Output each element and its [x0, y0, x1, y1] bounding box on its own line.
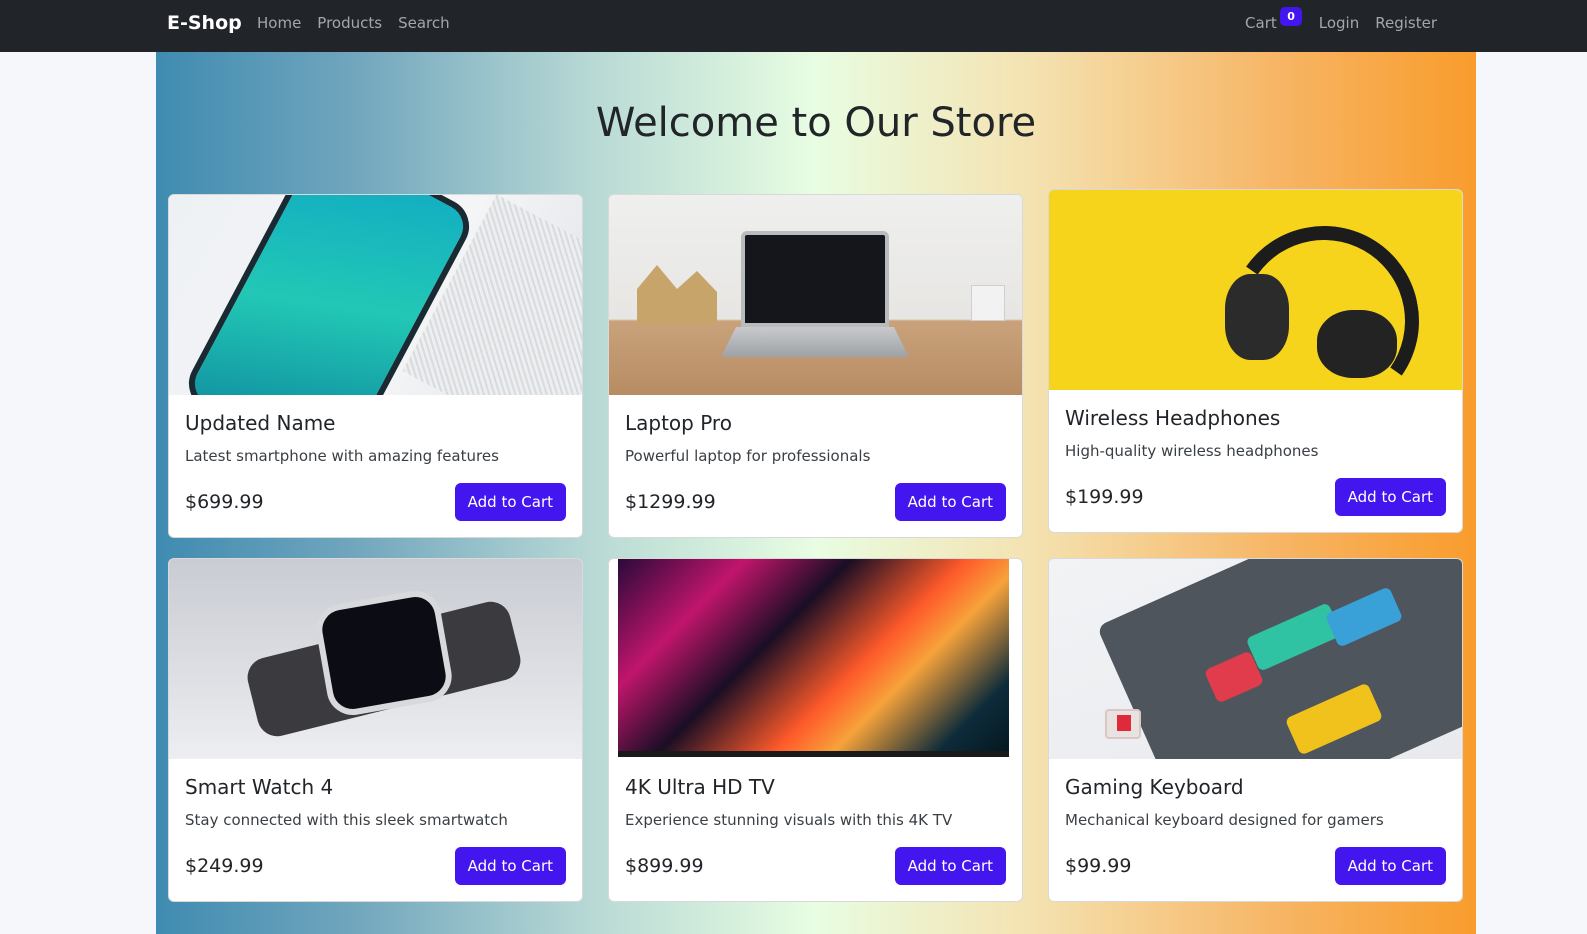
- smartphone-image: [169, 195, 582, 395]
- add-to-cart-button[interactable]: Add to Cart: [1334, 847, 1446, 885]
- nav-link-home[interactable]: Home: [257, 14, 301, 32]
- product-description: Mechanical keyboard designed for gamers: [1065, 811, 1384, 829]
- register-link[interactable]: Register: [1375, 14, 1437, 32]
- login-link[interactable]: Login: [1319, 14, 1359, 32]
- product-description: Experience stunning visuals with this 4K…: [625, 811, 953, 829]
- product-name: Wireless Headphones: [1065, 406, 1281, 430]
- nav-user-links: Cart 0 Login Register: [1245, 7, 1437, 32]
- add-to-cart-button[interactable]: Add to Cart: [894, 847, 1006, 885]
- cart-link[interactable]: Cart 0: [1245, 7, 1303, 32]
- product-name: Laptop Pro: [625, 411, 732, 435]
- product-price: $1299.99: [625, 491, 716, 513]
- page-title: Welcome to Our Store: [595, 100, 1037, 146]
- brand-logo[interactable]: E-Shop: [167, 12, 242, 34]
- cart-count-badge: 0: [1280, 7, 1303, 26]
- product-description: High-quality wireless headphones: [1065, 442, 1319, 460]
- navbar: E-Shop Home Products Search Cart 0 Login…: [0, 0, 1587, 52]
- product-card: Wireless Headphones High-quality wireles…: [1048, 189, 1463, 533]
- smartwatch-image: [169, 559, 582, 759]
- product-price: $99.99: [1065, 855, 1132, 877]
- add-to-cart-button[interactable]: Add to Cart: [454, 483, 566, 521]
- product-description: Stay connected with this sleek smartwatc…: [185, 811, 508, 829]
- product-name: Smart Watch 4: [185, 775, 334, 799]
- product-price: $899.99: [625, 855, 704, 877]
- product-price: $249.99: [185, 855, 264, 877]
- headphones-image: [1049, 190, 1462, 390]
- nav-link-search[interactable]: Search: [398, 14, 450, 32]
- keyboard-image: [1049, 559, 1462, 759]
- nav-links: Home Products Search: [257, 14, 466, 32]
- product-card: Smart Watch 4 Stay connected with this s…: [168, 558, 583, 902]
- product-card: Updated Name Latest smartphone with amaz…: [168, 194, 583, 538]
- laptop-image: [609, 195, 1022, 395]
- product-card: Gaming Keyboard Mechanical keyboard desi…: [1048, 558, 1463, 902]
- product-name: 4K Ultra HD TV: [625, 775, 775, 799]
- add-to-cart-button[interactable]: Add to Cart: [894, 483, 1006, 521]
- nav-link-products[interactable]: Products: [317, 14, 382, 32]
- product-price: $699.99: [185, 491, 264, 513]
- store-hero: Welcome to Our Store Updated Name Latest…: [156, 52, 1476, 934]
- product-name: Updated Name: [185, 411, 336, 435]
- product-card: Laptop Pro Powerful laptop for professio…: [608, 194, 1023, 538]
- product-card: 4K Ultra HD TV Experience stunning visua…: [608, 558, 1023, 902]
- cart-label: Cart: [1245, 14, 1277, 32]
- product-description: Powerful laptop for professionals: [625, 447, 871, 465]
- add-to-cart-button[interactable]: Add to Cart: [454, 847, 566, 885]
- product-description: Latest smartphone with amazing features: [185, 447, 499, 465]
- product-name: Gaming Keyboard: [1065, 775, 1244, 799]
- product-price: $199.99: [1065, 486, 1144, 508]
- add-to-cart-button[interactable]: Add to Cart: [1334, 478, 1446, 516]
- tv-image: [609, 559, 1022, 759]
